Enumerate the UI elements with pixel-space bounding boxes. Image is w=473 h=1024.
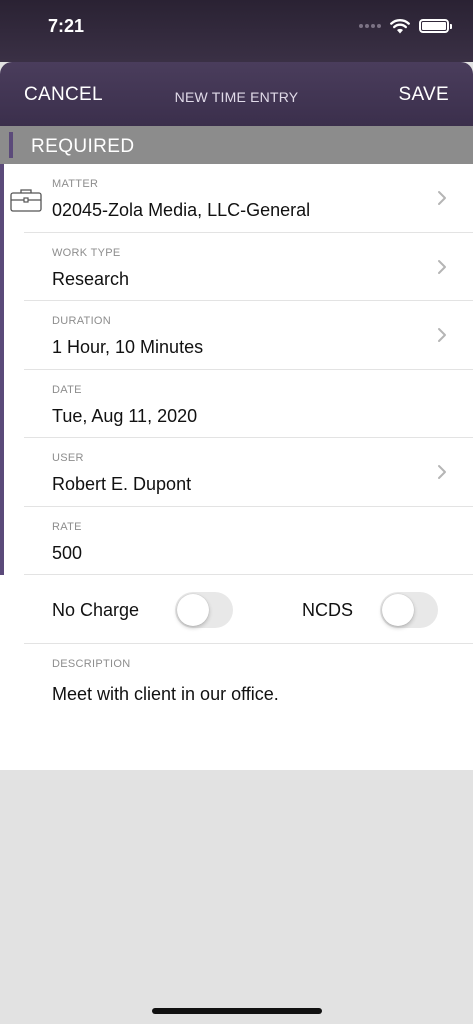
chevron-right-icon bbox=[438, 191, 446, 205]
nav-bar: CANCEL NEW TIME ENTRY SAVE bbox=[0, 62, 473, 126]
battery-icon bbox=[419, 19, 452, 33]
status-icons bbox=[359, 16, 452, 36]
ncds-label: NCDS bbox=[302, 600, 354, 620]
required-indicator bbox=[0, 369, 4, 438]
home-indicator bbox=[152, 1008, 322, 1014]
ncds-toggle[interactable] bbox=[380, 592, 438, 628]
required-indicator bbox=[0, 438, 4, 507]
rate-value[interactable]: 500 bbox=[52, 543, 82, 564]
description-label: DESCRIPTION bbox=[52, 657, 131, 670]
rate-field[interactable]: RATE 500 bbox=[0, 506, 473, 575]
wifi-icon bbox=[390, 19, 410, 34]
work-type-value: Research bbox=[52, 268, 130, 289]
briefcase-icon bbox=[10, 189, 42, 212]
chevron-right-icon bbox=[438, 465, 446, 479]
required-indicator bbox=[0, 506, 4, 575]
matter-label: MATTER bbox=[52, 178, 99, 190]
section-header-required: REQUIRED bbox=[0, 126, 473, 164]
date-value: Tue, Aug 11, 2020 bbox=[52, 405, 198, 426]
section-label: REQUIRED bbox=[31, 136, 135, 157]
charge-toggles-row: No Charge NCDS bbox=[0, 575, 473, 644]
work-type-label: WORK TYPE bbox=[52, 246, 121, 259]
duration-label: DURATION bbox=[52, 315, 112, 327]
user-label: USER bbox=[52, 452, 84, 464]
description-value[interactable]: Meet with client in our office. bbox=[52, 684, 279, 705]
duration-value: 1 Hour, 10 Minutes bbox=[52, 337, 204, 357]
matter-field[interactable]: MATTER 02045-Zola Media, LLC-General bbox=[0, 164, 473, 233]
cellular-signal-icon bbox=[359, 24, 381, 28]
date-field[interactable]: DATE Tue, Aug 11, 2020 bbox=[0, 369, 473, 438]
required-indicator bbox=[0, 232, 4, 301]
user-field[interactable]: USER Robert E. Dupont bbox=[0, 438, 473, 507]
work-type-field[interactable]: WORK TYPE Research bbox=[0, 232, 473, 301]
user-value: Robert E. Dupont bbox=[52, 474, 192, 494]
no-charge-toggle[interactable] bbox=[175, 592, 233, 628]
time-entry-sheet: CANCEL NEW TIME ENTRY SAVE REQUIRED MATT… bbox=[0, 62, 473, 770]
chevron-right-icon bbox=[438, 259, 446, 274]
section-accent bbox=[9, 132, 13, 158]
status-bar: 7:21 bbox=[0, 0, 473, 62]
toggle-knob bbox=[382, 594, 414, 626]
save-button[interactable]: SAVE bbox=[399, 84, 449, 106]
status-time: 7:21 bbox=[48, 16, 85, 36]
toggle-knob bbox=[177, 594, 209, 626]
duration-field[interactable]: DURATION 1 Hour, 10 Minutes bbox=[0, 301, 473, 370]
rate-label: RATE bbox=[52, 520, 82, 533]
date-label: DATE bbox=[52, 383, 82, 396]
chevron-right-icon bbox=[438, 328, 446, 342]
matter-value: 02045-Zola Media, LLC-General bbox=[52, 200, 311, 220]
required-indicator bbox=[0, 164, 4, 233]
no-charge-label: No Charge bbox=[52, 600, 140, 620]
description-field[interactable]: DESCRIPTION Meet with client in our offi… bbox=[0, 643, 473, 770]
required-indicator bbox=[0, 301, 4, 370]
